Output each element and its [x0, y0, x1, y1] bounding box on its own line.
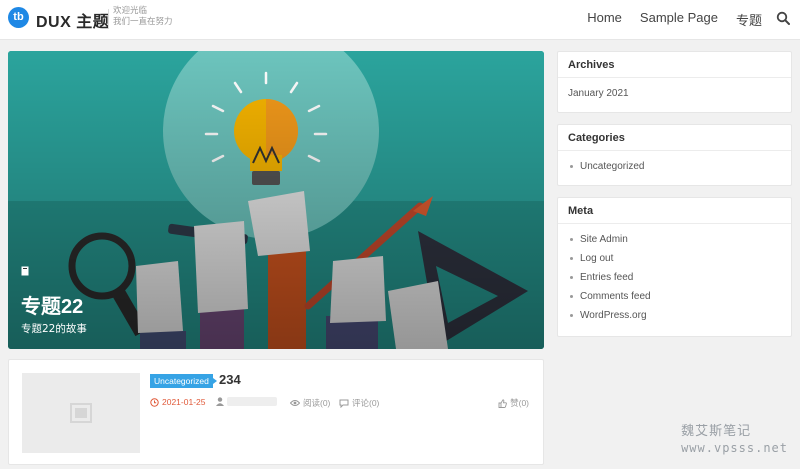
thumbs-up-icon	[498, 398, 507, 408]
tagline-line1: 欢迎光临	[113, 6, 148, 16]
eye-icon	[290, 400, 300, 406]
post-comments[interactable]: 评论(0)	[339, 397, 379, 409]
site-header: tb DUX 主题 欢迎光临 我们一直在努力 Home Sample Page …	[0, 0, 800, 40]
meta-link-comments-feed[interactable]: Comments feed	[568, 287, 781, 306]
hero-illustration	[8, 51, 544, 349]
post-views: 阅读(0)	[290, 397, 330, 409]
post-likes[interactable]: 赞(0)	[498, 397, 529, 409]
post-views-value: 阅读(0)	[303, 398, 331, 408]
widget-categories-title: Categories	[558, 125, 791, 151]
post-date: 2021-01-25	[150, 397, 205, 407]
image-placeholder-icon	[70, 403, 92, 423]
widget-categories: Categories Uncategorized	[557, 124, 792, 186]
post-category-tag[interactable]: Uncategorized	[150, 374, 217, 388]
hero-title[interactable]: 专题22	[21, 290, 83, 319]
hero-description: 专题22的故事	[21, 323, 87, 335]
book-icon	[21, 266, 29, 276]
watermark: 魏艾斯笔记 www.vpsss.net	[681, 423, 788, 457]
site-tagline: 欢迎光临 我们一直在努力	[113, 6, 173, 28]
hero-post-count: 1	[21, 266, 29, 277]
post-title[interactable]: 234	[219, 372, 241, 387]
search-icon[interactable]	[776, 11, 790, 25]
user-icon	[216, 397, 224, 406]
widget-meta-title: Meta	[558, 198, 791, 224]
nav-topics[interactable]: 专题	[736, 10, 762, 29]
watermark-line2: www.vpsss.net	[681, 441, 788, 455]
archive-link[interactable]: January 2021	[568, 88, 781, 99]
author-name-redacted[interactable]	[227, 397, 277, 406]
post-likes-value: 赞(0)	[510, 398, 529, 408]
tagline-line2: 我们一直在努力	[113, 17, 173, 27]
meta-link-wordpress[interactable]: WordPress.org	[568, 306, 781, 325]
post-date-value: 2021-01-25	[162, 397, 206, 407]
post-card: Uncategorized 234 2021-01-25 阅读(0) 评论(0)…	[8, 359, 544, 465]
category-link[interactable]: Uncategorized	[568, 157, 781, 176]
logo-text[interactable]: DUX 主题	[36, 8, 109, 32]
post-comments-value: 评论(0)	[352, 398, 380, 408]
meta-link-site-admin[interactable]: Site Admin	[568, 230, 781, 249]
featured-topic-banner[interactable]: 1 专题22 专题22的故事	[8, 51, 544, 349]
post-author	[216, 397, 277, 406]
logo-mark[interactable]: tb	[8, 7, 29, 28]
nav-sample-page[interactable]: Sample Page	[640, 10, 718, 29]
widget-archives-title: Archives	[558, 52, 791, 78]
watermark-line1: 魏艾斯笔记	[681, 424, 752, 439]
meta-link-log-out[interactable]: Log out	[568, 249, 781, 268]
main-nav: Home Sample Page 专题	[569, 10, 762, 29]
post-thumbnail[interactable]	[22, 373, 140, 453]
meta-link-entries-feed[interactable]: Entries feed	[568, 268, 781, 287]
widget-archives: Archives January 2021	[557, 51, 792, 113]
nav-home[interactable]: Home	[587, 10, 622, 29]
clock-icon	[150, 397, 159, 407]
comment-icon	[339, 399, 349, 408]
widget-meta: Meta Site Admin Log out Entries feed Com…	[557, 197, 792, 337]
logo-divider	[108, 9, 109, 29]
